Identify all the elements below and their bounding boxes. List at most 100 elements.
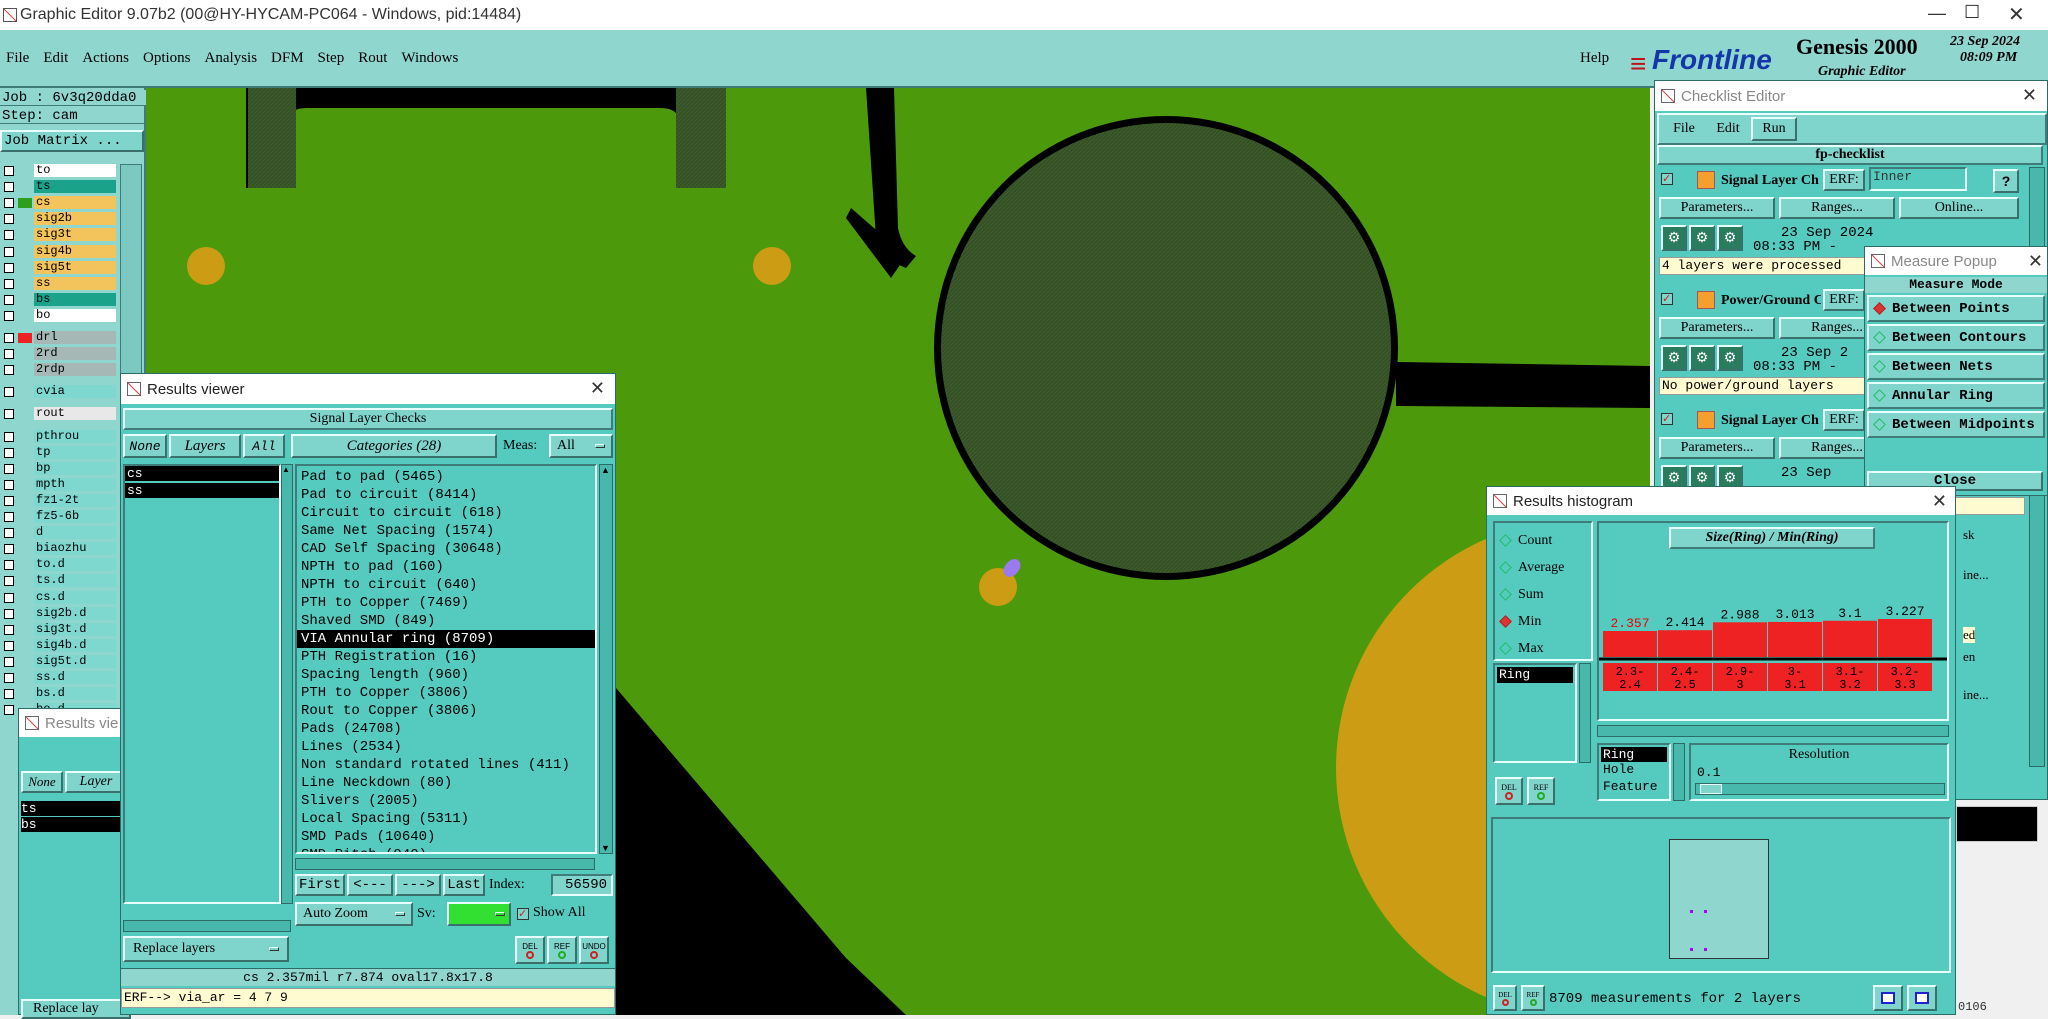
run-action-icon[interactable]: ⚙ xyxy=(1661,345,1687,371)
layer-list-scrollbar[interactable]: ▲ xyxy=(281,464,293,904)
layer-row[interactable]: sig4b.d xyxy=(2,638,118,653)
layer-color-swatch[interactable] xyxy=(18,387,32,397)
sv-color-select[interactable] xyxy=(447,902,511,926)
layer-color-swatch[interactable] xyxy=(18,214,32,224)
layer-visibility-checkbox[interactable] xyxy=(4,246,14,257)
all-button[interactable]: All xyxy=(243,434,285,458)
scroll-up-icon[interactable]: ▲ xyxy=(282,465,290,474)
layer-visibility-checkbox[interactable] xyxy=(4,479,14,490)
layer-row[interactable]: sig4b xyxy=(2,244,118,259)
type-item[interactable]: Hole xyxy=(1601,762,1667,779)
checklist-menu-run[interactable]: Run xyxy=(1751,117,1797,141)
layer-row[interactable]: to xyxy=(2,164,118,178)
layer-row[interactable]: bo xyxy=(2,308,118,323)
check-name[interactable]: Power/Ground C xyxy=(1721,293,1821,309)
layer-color-swatch[interactable] xyxy=(18,544,32,554)
layer-row[interactable]: biaozhu xyxy=(2,542,118,556)
parameters-button[interactable]: Parameters... xyxy=(1659,437,1775,459)
layer-row[interactable]: sig2b.d xyxy=(2,606,118,621)
last-button[interactable]: Last xyxy=(443,874,485,896)
replace-layers-button-2[interactable]: Replace lay xyxy=(21,999,131,1019)
category-scrollbar[interactable]: ▲ ▼ xyxy=(599,464,613,854)
layer-row[interactable]: sig2b xyxy=(2,212,118,226)
layer-color-swatch[interactable] xyxy=(18,480,32,490)
hist-ref-button[interactable]: REF xyxy=(1527,777,1555,805)
layer-visibility-checkbox[interactable] xyxy=(4,294,14,305)
layer-item[interactable]: ts xyxy=(21,801,125,816)
layer-color-swatch[interactable] xyxy=(18,279,32,289)
layer-visibility-checkbox[interactable] xyxy=(4,349,14,360)
layer-visibility-checkbox[interactable] xyxy=(4,262,14,273)
layer-color-swatch[interactable] xyxy=(18,247,32,257)
category-item[interactable]: SMD Pitch (940) xyxy=(297,846,595,852)
run-action-icon[interactable]: ⚙ xyxy=(1689,225,1715,251)
row-checkbox[interactable]: ✓ xyxy=(1661,413,1673,425)
measure-mode-option[interactable]: Between Points xyxy=(1867,295,2045,322)
layer-item[interactable]: bs xyxy=(21,817,125,832)
layer-visibility-checkbox[interactable] xyxy=(4,512,14,522)
layer-color-swatch[interactable] xyxy=(18,311,32,321)
menu-windows[interactable]: Windows xyxy=(401,50,458,67)
type-item[interactable]: Feature xyxy=(1601,779,1667,794)
layers-button[interactable]: Layers xyxy=(169,434,241,458)
layer-row[interactable]: 2rd xyxy=(2,347,118,361)
layer-color-swatch[interactable] xyxy=(18,182,32,192)
close-icon[interactable]: ✕ xyxy=(2028,251,2043,272)
delete-button[interactable]: DEL xyxy=(515,936,545,964)
histogram-bars[interactable]: 2.357 2.3-2.4 2.414 2.4-2.5 2.988 2.9-3 3.013 3… xyxy=(1599,575,1947,715)
run-action-icon[interactable]: ⚙ xyxy=(1717,345,1743,371)
category-item[interactable]: CAD Self Spacing (30648) xyxy=(297,540,595,558)
minimize-icon[interactable]: — xyxy=(1928,3,1946,24)
layer-color-swatch[interactable] xyxy=(18,263,32,273)
layer-row[interactable]: sig5t xyxy=(2,260,118,275)
none-button-2[interactable]: None xyxy=(21,771,63,793)
statistic-option[interactable]: Average xyxy=(1499,554,1585,581)
layer-visibility-checkbox[interactable] xyxy=(4,333,14,343)
layer-color-swatch[interactable] xyxy=(18,576,32,586)
parameters-button[interactable]: Parameters... xyxy=(1659,197,1775,219)
layers-button-2[interactable]: Layer xyxy=(65,771,127,793)
prev-button[interactable]: <--- xyxy=(347,874,393,896)
row-checkbox[interactable]: ✓ xyxy=(1661,173,1673,185)
layer-color-swatch[interactable] xyxy=(18,593,32,603)
histogram-bar[interactable] xyxy=(1823,620,1877,657)
histogram-bar[interactable] xyxy=(1603,631,1657,657)
layer-list-hscrollbar[interactable] xyxy=(123,920,291,932)
histogram-bar[interactable] xyxy=(1768,621,1822,657)
category-hscrollbar[interactable] xyxy=(295,858,595,870)
layer-item[interactable]: ss xyxy=(125,483,279,498)
histogram-hscrollbar[interactable] xyxy=(1597,725,1949,737)
layer-visibility-checkbox[interactable] xyxy=(4,560,14,571)
categories-button[interactable]: Categories (28) xyxy=(291,434,497,458)
layer-visibility-checkbox[interactable] xyxy=(4,387,14,398)
category-item[interactable]: Pad to pad (5465) xyxy=(297,468,595,486)
layer-visibility-checkbox[interactable] xyxy=(4,656,14,667)
category-item[interactable]: Non standard rotated lines (411) xyxy=(297,756,595,774)
measure-type-scrollbar[interactable] xyxy=(1579,663,1591,763)
layer-color-swatch[interactable] xyxy=(18,365,32,375)
run-action-icon[interactable]: ⚙ xyxy=(1689,345,1715,371)
layer-row[interactable]: ts xyxy=(2,180,118,194)
parameters-button[interactable]: Parameters... xyxy=(1659,317,1775,339)
category-item[interactable]: Line Neckdown (80) xyxy=(297,774,595,792)
layer-color-swatch[interactable] xyxy=(18,609,32,619)
scroll-down-icon[interactable]: ▼ xyxy=(601,843,610,853)
layer-visibility-checkbox[interactable] xyxy=(4,198,14,209)
histogram-bar[interactable] xyxy=(1878,619,1932,657)
layer-visibility-checkbox[interactable] xyxy=(4,230,14,241)
layer-visibility-checkbox[interactable] xyxy=(4,673,14,683)
measure-mode-option[interactable]: Between Nets xyxy=(1867,353,2045,380)
layer-visibility-checkbox[interactable] xyxy=(4,365,14,376)
histogram-bar[interactable] xyxy=(1658,630,1712,657)
check-name[interactable]: Signal Layer Ch xyxy=(1721,173,1821,189)
category-item[interactable]: Spacing length (960) xyxy=(297,666,595,684)
close-icon[interactable]: ✕ xyxy=(590,378,605,399)
layer-color-swatch[interactable] xyxy=(18,448,32,458)
category-item[interactable]: NPTH to circuit (640) xyxy=(297,576,595,594)
run-action-icon[interactable]: ⚙ xyxy=(1717,225,1743,251)
first-button[interactable]: First xyxy=(295,874,345,896)
category-item[interactable]: PTH to Copper (7469) xyxy=(297,594,595,612)
layer-row[interactable]: sig3t xyxy=(2,228,118,242)
layer-row[interactable]: fz5-6b xyxy=(2,510,118,524)
footer-ref-button[interactable]: REF xyxy=(1521,985,1545,1011)
